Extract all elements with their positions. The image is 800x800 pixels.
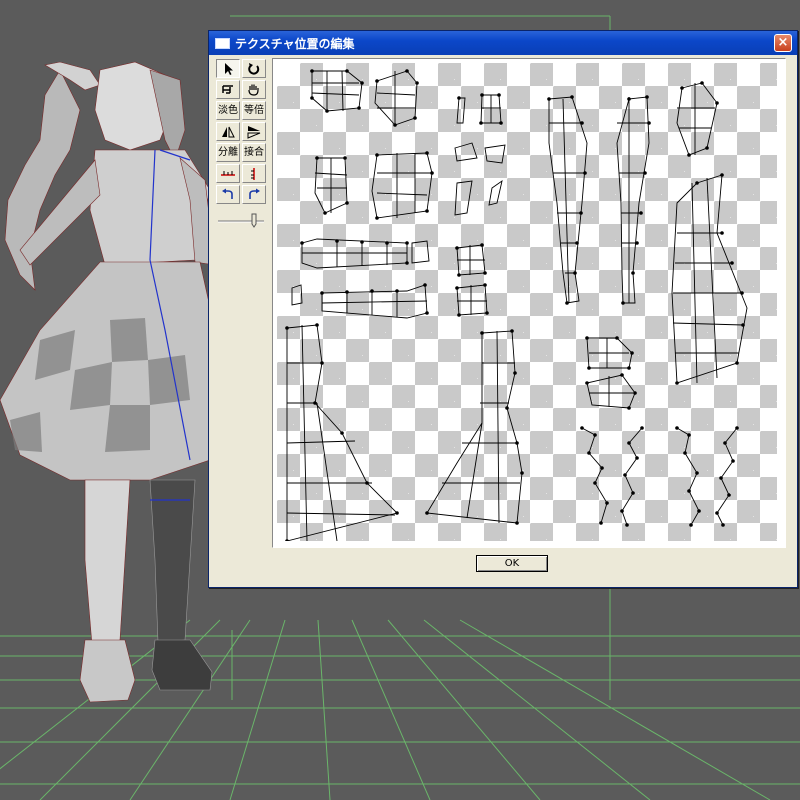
flip-horizontal-icon[interactable] — [216, 122, 240, 141]
horizontal-align-icon[interactable] — [216, 164, 240, 183]
uv-island-face[interactable] — [314, 157, 348, 214]
uv-island-small[interactable] — [484, 144, 506, 164]
actual-size-button[interactable]: 等倍 — [242, 101, 266, 120]
toolbar-row — [216, 185, 268, 205]
uv-island-collar[interactable] — [676, 82, 718, 156]
window-title: テクスチャ位置の編集 — [235, 37, 355, 51]
texture-edit-dialog: テクスチャ位置の編集 × 淡色 等倍 分離 接合 OK — [208, 30, 798, 588]
zoom-slider[interactable] — [216, 211, 268, 231]
separate-button[interactable]: 分離 — [216, 143, 240, 162]
close-button[interactable]: × — [774, 34, 792, 52]
character-model — [0, 61, 226, 703]
undo-icon[interactable] — [216, 185, 240, 204]
uv-island-hand[interactable] — [456, 244, 486, 276]
uv-island-small[interactable] — [488, 179, 503, 206]
uv-vertices — [285, 69, 745, 541]
toolbar-row — [216, 80, 268, 100]
uv-island-shoe[interactable] — [586, 337, 633, 369]
toolbar-row: 淡色 等倍 — [216, 101, 268, 121]
uv-island-ribbon[interactable] — [716, 427, 738, 526]
uv-islands[interactable] — [277, 63, 777, 541]
uv-island-ribbon[interactable] — [581, 427, 608, 524]
redo-icon[interactable] — [242, 185, 266, 204]
uv-island-small[interactable] — [454, 142, 478, 162]
uv-island-small[interactable] — [480, 94, 502, 124]
uv-island-small[interactable] — [411, 240, 430, 264]
uv-island-small[interactable] — [291, 284, 303, 306]
uv-island-head-back[interactable] — [374, 70, 418, 126]
ok-button[interactable]: OK — [476, 555, 548, 572]
uv-island-hand[interactable] — [456, 284, 488, 316]
toolbar-row: 分離 接合 — [216, 143, 268, 163]
uv-island-head-front[interactable] — [311, 70, 363, 112]
uv-island-cape[interactable] — [671, 174, 748, 384]
join-button[interactable]: 接合 — [242, 143, 266, 162]
window-icon — [215, 38, 230, 49]
uv-island-ribbon[interactable] — [676, 427, 700, 526]
uv-canvas[interactable] — [277, 63, 777, 541]
vertical-align-icon[interactable] — [242, 164, 266, 183]
hand-pan-icon[interactable] — [242, 80, 266, 99]
uv-island-shoe[interactable] — [586, 374, 636, 409]
fade-button[interactable]: 淡色 — [216, 101, 240, 120]
toolbar-row — [216, 59, 268, 79]
toolbar-row — [216, 122, 268, 142]
uv-island-hair[interactable] — [371, 152, 433, 219]
select-arrow-icon[interactable] — [216, 59, 240, 78]
uv-island-small[interactable] — [454, 180, 473, 216]
flip-vertical-icon[interactable] — [242, 122, 266, 141]
uv-canvas-frame — [272, 58, 786, 548]
uv-island-arm-lower[interactable] — [321, 284, 428, 319]
title-bar[interactable]: テクスチャ位置の編集 × — [209, 31, 797, 55]
uv-island-skirt-right[interactable] — [426, 330, 523, 524]
rotate-icon[interactable] — [242, 59, 266, 78]
uv-island-leg-left[interactable] — [548, 96, 588, 304]
uv-island-small[interactable] — [456, 97, 466, 124]
move-icon[interactable] — [216, 80, 240, 99]
uv-island-arm-upper[interactable] — [301, 238, 408, 269]
toolbar-row — [216, 164, 268, 184]
